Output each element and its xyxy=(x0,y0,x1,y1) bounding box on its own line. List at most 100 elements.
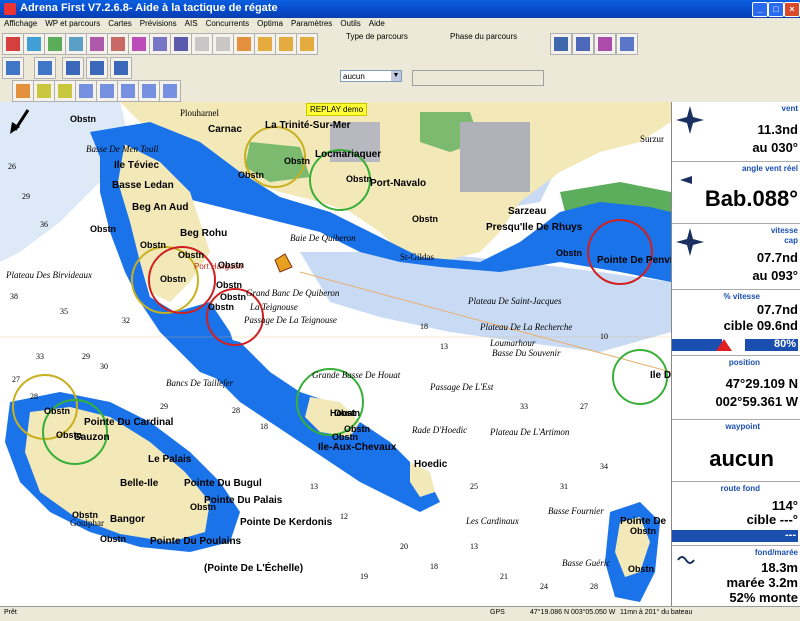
depth-tide-cell: fond/marée 18.3m marée 3.2m 52% monte xyxy=(672,546,800,606)
delete-icon[interactable] xyxy=(191,33,213,55)
line-icon[interactable] xyxy=(170,33,192,55)
compass-icon xyxy=(676,228,704,256)
map-label-hoedic: Hoedic xyxy=(414,459,448,470)
obstruction-label: Obstn xyxy=(44,406,70,416)
map-icon[interactable] xyxy=(65,33,87,55)
wave3-icon[interactable] xyxy=(110,57,132,79)
speed-percent-cell: % vitesse 07.7nd cible 09.6nd 80% xyxy=(672,290,800,356)
flag-icon[interactable] xyxy=(33,80,55,102)
obstruction-label: Obstn xyxy=(346,174,372,184)
map-label-st-gildas: St-Gildas xyxy=(400,252,435,262)
wind-icon[interactable] xyxy=(149,33,171,55)
map-label-basse-fournier: Basse Fournier xyxy=(548,506,604,516)
type-parcours-label: Type de parcours xyxy=(346,32,408,41)
depth-sounding: 21 xyxy=(500,572,508,581)
maximize-button[interactable]: □ xyxy=(768,2,784,17)
depth-sounding: 10 xyxy=(600,332,608,341)
depth-sounding: 30 xyxy=(100,362,108,371)
zoom-in-icon[interactable] xyxy=(254,33,276,55)
chart-canvas xyxy=(0,102,671,606)
map-label-baie-quiberon: Baie De Quiberon xyxy=(290,233,356,243)
map-label-pointe-penvins: Pointe De Penvins xyxy=(597,255,671,266)
title-bar: Adrena First V7.2.6.8- Aide à la tactiqu… xyxy=(0,0,800,18)
menu-item-9[interactable]: Aide xyxy=(365,18,389,30)
route-cell: route fond 114° cible ---° --- xyxy=(672,482,800,546)
map-label-basse-men: Basse De Men Toull xyxy=(86,144,159,154)
cross-icon[interactable] xyxy=(212,33,234,55)
speed-icon[interactable] xyxy=(572,33,594,55)
distance-info: 11mn à 201° du bateau xyxy=(620,609,693,616)
heading-label: cap xyxy=(784,236,798,245)
zoom-out-icon[interactable] xyxy=(275,33,297,55)
pause-icon[interactable] xyxy=(138,80,160,102)
depth-sounding: 18 xyxy=(430,562,438,571)
menu-item-8[interactable]: Outils xyxy=(336,18,364,30)
tide-value: marée 3.2m xyxy=(726,575,798,590)
map-label-le-palais: Le Palais xyxy=(148,454,192,465)
menu-item-4[interactable]: AIS xyxy=(181,18,202,30)
obstruction-label: Obstn xyxy=(238,170,264,180)
menu-item-5[interactable]: Concurrents xyxy=(202,18,254,30)
obstruction-label: Obstn xyxy=(56,430,82,440)
phase-label: Phase du parcours xyxy=(450,32,518,41)
zoom-fit-icon[interactable] xyxy=(296,33,318,55)
obstruction-label: Obstn xyxy=(630,526,656,536)
longitude: 002°59.361 W xyxy=(715,394,798,409)
flag2-icon[interactable] xyxy=(54,80,76,102)
menu-item-1[interactable]: WP et parcours xyxy=(41,18,104,30)
target-icon[interactable] xyxy=(233,33,255,55)
map-label-plateau-recherche: Plateau De La Recherche xyxy=(480,322,573,332)
depth-sounding: 12 xyxy=(340,512,348,521)
play-icon[interactable] xyxy=(159,80,181,102)
boat-icon[interactable] xyxy=(44,33,66,55)
menu-item-2[interactable]: Cartes xyxy=(104,18,136,30)
chevron-down-icon: ▼ xyxy=(391,71,401,81)
wind-angle-value: Bab.088° xyxy=(704,186,798,211)
timer-icon[interactable] xyxy=(594,33,616,55)
wave2-icon[interactable] xyxy=(86,57,108,79)
route-bar: --- xyxy=(672,529,798,542)
map-label-basse-souvenir: Basse Du Souvenir xyxy=(492,348,561,358)
rewind-icon[interactable] xyxy=(75,80,97,102)
prev-icon[interactable] xyxy=(96,80,118,102)
replay-boat-icon[interactable] xyxy=(12,80,34,102)
grib-icon[interactable] xyxy=(34,57,56,79)
track-icon[interactable] xyxy=(128,33,150,55)
map-label-pointe-cardinal: Pointe Du Cardinal xyxy=(84,417,174,428)
menu-item-3[interactable]: Prévisions xyxy=(136,18,181,30)
chart-icon[interactable] xyxy=(23,33,45,55)
waypoint-cell: waypoint aucun xyxy=(672,420,800,482)
depth-sounding: 32 xyxy=(122,316,130,325)
app-icon xyxy=(4,3,16,15)
phase-box xyxy=(412,70,544,86)
course-icon[interactable] xyxy=(107,33,129,55)
map-label-belle-ile: Belle-Ile xyxy=(120,478,159,489)
minimize-button[interactable]: _ xyxy=(752,2,768,17)
menu-item-6[interactable]: Optima xyxy=(253,18,287,30)
close-button[interactable]: × xyxy=(784,2,800,17)
map-label-locmariaquer: Locmariaquer xyxy=(315,149,382,160)
type-parcours-select[interactable]: aucun ▼ xyxy=(340,70,402,82)
stop-play-icon[interactable] xyxy=(117,80,139,102)
binocular-icon[interactable] xyxy=(550,33,572,55)
map-label-teviec: Ile Téviec xyxy=(114,160,160,171)
speed-heading-cell: vitesse cap 07.7nd au 093° xyxy=(672,224,800,290)
depth-sounding: 33 xyxy=(520,402,528,411)
obstruction-label: Obstn xyxy=(72,510,98,520)
wind-direction: au 030° xyxy=(752,140,798,155)
layer-icon[interactable] xyxy=(2,57,24,79)
depth-sounding: 33 xyxy=(36,352,44,361)
wind-speed: 11.3nd xyxy=(757,122,798,137)
wave-icon[interactable] xyxy=(62,57,84,79)
menu-item-0[interactable]: Affichage xyxy=(0,18,41,30)
gps-label: GPS xyxy=(490,609,505,616)
gps-position: 47°19.086 N 003°05.050 W xyxy=(530,609,616,616)
map-label-carnac: Carnac xyxy=(208,124,242,135)
nautical-chart[interactable]: REPLAY demo Plouharnel Carnac La Trinité-S… xyxy=(0,102,671,606)
stop-icon[interactable] xyxy=(2,33,24,55)
depth-value: 18.3m xyxy=(761,560,798,575)
menu-item-7[interactable]: Paramètres xyxy=(287,18,336,30)
satellite-icon[interactable] xyxy=(616,33,638,55)
boat-wind-icon xyxy=(680,176,692,184)
route-icon[interactable] xyxy=(86,33,108,55)
